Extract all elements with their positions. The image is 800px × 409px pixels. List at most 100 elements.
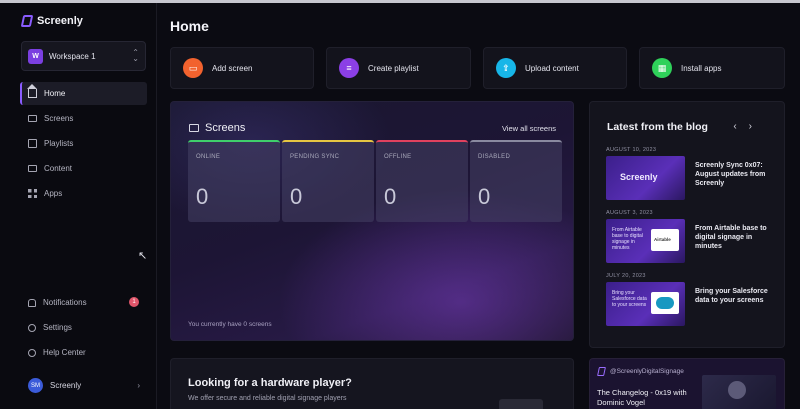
sidebar-item-label: Content <box>44 164 73 173</box>
hardware-player-panel: Looking for a hardware player? We offer … <box>170 358 574 409</box>
hardware-title: Looking for a hardware player? <box>188 377 352 389</box>
stat-value: 0 <box>478 184 491 209</box>
blog-post-title: Screenly Sync 0x07: August updates from … <box>695 162 766 187</box>
workspace-avatar: W <box>28 48 43 64</box>
screenly-logo-icon <box>597 367 606 376</box>
blog-post[interactable]: August 10, 2023 Screenly Screenly Sync 0… <box>606 147 776 200</box>
create-playlist-button[interactable]: ≡ Create playlist <box>326 47 471 89</box>
upload-icon: ⇪ <box>496 58 516 78</box>
social-post-text: The Changelog - 0x19 with Dominic Vogel <box>597 388 687 407</box>
social-handle-text: @ScreenlyDigitalSignage <box>610 368 684 375</box>
upload-content-button[interactable]: ⇪ Upload content <box>483 47 627 89</box>
screens-panel-header: Screens <box>189 122 245 134</box>
playlist-icon <box>28 139 37 148</box>
thumbnail-card-label: Airtable <box>654 237 671 242</box>
person-avatar <box>728 381 746 399</box>
sidebar-item-notifications[interactable]: Notifications 1 <box>20 290 147 315</box>
apps-icon: ▦ <box>652 58 672 78</box>
stat-card-pending-sync[interactable]: Pending sync 0 <box>282 140 374 222</box>
view-all-screens-link[interactable]: View all screens <box>502 124 556 133</box>
sidebar-item-screens[interactable]: Screens <box>20 107 147 130</box>
home-icon <box>27 84 37 98</box>
blog-title: Latest from the blog <box>607 121 708 133</box>
chevron-left-icon[interactable]: ‹ <box>733 121 748 132</box>
sidebar-item-apps[interactable]: Apps <box>20 182 147 205</box>
quick-action-label: Add screen <box>212 63 253 73</box>
notification-badge: 1 <box>129 297 139 307</box>
sidebar-item-label: Screens <box>44 114 74 123</box>
user-menu[interactable]: SM Screenly › <box>28 378 140 393</box>
player-device-image <box>499 399 543 409</box>
help-icon <box>28 348 36 357</box>
screens-panel-title: Screens <box>205 122 246 134</box>
stat-card-offline[interactable]: Offline 0 <box>376 140 468 222</box>
thumbnail-caption: Bring your Salesforce data to your scree… <box>612 290 647 308</box>
main-nav: Home Screens Playlists Content Apps <box>20 82 147 207</box>
hardware-description: We offer secure and reliable digital sig… <box>188 395 347 402</box>
install-apps-button[interactable]: ▦ Install apps <box>639 47 785 89</box>
gear-icon <box>28 323 36 332</box>
blog-post-date: July 20, 2023 <box>606 273 646 279</box>
video-thumbnail[interactable] <box>702 375 776 409</box>
thumbnail-caption: From Airtable base to digital signage in… <box>612 227 643 251</box>
sidebar-item-help-center[interactable]: Help Center <box>20 340 147 365</box>
add-screen-button[interactable]: ▭ Add screen <box>170 47 314 89</box>
stat-label: Pending sync <box>290 154 340 160</box>
quick-action-label: Upload content <box>525 63 579 73</box>
playlist-icon: ≡ <box>339 58 359 78</box>
content-icon <box>28 165 37 172</box>
sidebar-item-home[interactable]: Home <box>20 82 147 105</box>
thumbnail-brand: Screenly <box>620 172 658 182</box>
screens-panel: Screens View all screens Online 0 Pendin… <box>170 101 574 341</box>
social-feed-panel[interactable]: @ScreenlyDigitalSignage The Changelog - … <box>589 358 785 409</box>
blog-post[interactable]: August 3, 2023 From Airtable base to dig… <box>606 210 776 263</box>
quick-action-label: Install apps <box>681 63 722 73</box>
monitor-icon <box>189 124 199 132</box>
page-title: Home <box>170 18 209 34</box>
sidebar-item-content[interactable]: Content <box>20 157 147 180</box>
screens-count-text: You currently have 0 screens <box>188 321 272 328</box>
sidebar-item-settings[interactable]: Settings <box>20 315 147 340</box>
monitor-icon <box>28 115 37 122</box>
sidebar-item-label: Settings <box>43 323 72 332</box>
avatar: SM <box>28 378 43 393</box>
stat-label: Disabled <box>478 154 511 160</box>
blog-post-title: From Airtable base to digital signage in… <box>695 225 767 250</box>
sidebar-item-label: Apps <box>44 189 63 198</box>
apps-grid-icon <box>28 189 37 198</box>
mouse-cursor-icon: ↖ <box>138 250 148 262</box>
bell-icon <box>28 298 36 307</box>
sidebar-bottom-nav: Notifications 1 Settings Help Center <box>20 290 147 365</box>
stat-value: 0 <box>290 184 303 209</box>
app-logo[interactable]: Screenly <box>20 15 83 27</box>
sidebar-item-playlists[interactable]: Playlists <box>20 132 147 155</box>
airtable-logo-card: Airtable <box>651 229 679 251</box>
blog-post-date: August 3, 2023 <box>606 210 653 216</box>
sidebar: Screenly W Workspace 1 ⌃ ⌄ Home Screens P… <box>0 3 157 409</box>
sidebar-item-label: Notifications <box>43 298 87 307</box>
blog-post-date: August 10, 2023 <box>606 147 657 153</box>
sidebar-item-label: Help Center <box>43 348 86 357</box>
blog-post[interactable]: July 20, 2023 Bring your Salesforce data… <box>606 273 776 326</box>
salesforce-logo-card <box>651 292 679 314</box>
chevron-right-icon[interactable]: › <box>749 121 764 132</box>
app-name: Screenly <box>37 15 83 27</box>
workspace-selector[interactable]: W Workspace 1 ⌃ ⌄ <box>21 41 146 71</box>
stat-label: Offline <box>384 154 412 160</box>
blog-post-thumbnail: Bring your Salesforce data to your scree… <box>606 282 685 326</box>
blog-panel: Latest from the blog ‹› August 10, 2023 … <box>589 101 785 348</box>
blog-post-thumbnail: Screenly <box>606 156 685 200</box>
user-name: Screenly <box>50 381 82 390</box>
sidebar-item-label: Playlists <box>44 139 74 148</box>
stat-value: 0 <box>384 184 397 209</box>
blog-carousel-nav: ‹› <box>733 121 764 132</box>
stat-value: 0 <box>196 184 209 209</box>
blog-post-thumbnail: From Airtable base to digital signage in… <box>606 219 685 263</box>
tv-icon: ▭ <box>183 58 203 78</box>
stat-card-online[interactable]: Online 0 <box>188 140 280 222</box>
stat-card-disabled[interactable]: Disabled 0 <box>470 140 562 222</box>
chevron-right-icon: › <box>137 381 140 390</box>
sidebar-item-label: Home <box>44 89 66 98</box>
quick-action-label: Create playlist <box>368 63 419 73</box>
chevron-updown-icon: ⌃ ⌄ <box>132 48 139 63</box>
